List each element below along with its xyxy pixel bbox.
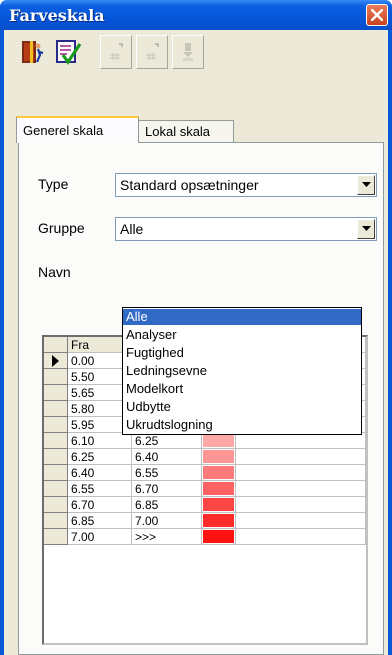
type-select[interactable]: Standard opsætninger — [115, 173, 377, 197]
cell-color[interactable] — [202, 529, 236, 545]
row-indicator[interactable] — [44, 401, 68, 417]
cell-til[interactable]: 6.85 — [132, 497, 202, 513]
row-indicator[interactable] — [44, 529, 68, 545]
row-indicator[interactable] — [44, 465, 68, 481]
cell-fra[interactable]: 7.00 — [68, 529, 132, 545]
exit-button[interactable] — [16, 35, 48, 69]
dialog-client-area: Generel skala Lokal skala Type Standard … — [4, 30, 388, 655]
grid-empty-row — [44, 593, 366, 609]
close-button[interactable] — [366, 4, 388, 26]
grid-empty-row — [44, 609, 366, 625]
grid-up-icon — [110, 43, 123, 60]
grid-empty-row — [44, 561, 366, 577]
row-indicator[interactable] — [44, 353, 68, 369]
cell-til[interactable]: 7.00 — [132, 513, 202, 529]
row-indicator[interactable] — [44, 481, 68, 497]
cell-til[interactable]: 6.70 — [132, 481, 202, 497]
move-row-down-button[interactable] — [136, 35, 168, 69]
table-row[interactable]: 6.70 6.85 — [44, 497, 366, 513]
cell-fra[interactable]: 6.55 — [68, 481, 132, 497]
row-indicator[interactable] — [44, 417, 68, 433]
type-select-value: Standard opsætninger — [120, 177, 259, 193]
cell-empty — [236, 529, 366, 545]
grid-empty-row — [44, 545, 366, 561]
group-select-dropdown-button[interactable] — [357, 219, 375, 239]
cell-empty — [236, 449, 366, 465]
close-icon — [371, 9, 383, 21]
grid-empty-row — [44, 577, 366, 593]
dropdown-option[interactable]: Ledningsevne — [123, 363, 361, 379]
grid-down-icon — [146, 43, 159, 60]
import-button[interactable] — [172, 35, 204, 69]
color-swatch[interactable] — [203, 498, 234, 511]
dropdown-option[interactable]: Fugtighed — [123, 345, 361, 361]
group-dropdown-list[interactable]: Alle Analyser Fugtighed Ledningsevne Modelko… — [122, 307, 362, 435]
table-row[interactable]: 6.55 6.70 — [44, 481, 366, 497]
farveskala-window: Farveskala Generel skala Lokal skala Typ… — [0, 0, 392, 655]
table-row[interactable]: 6.85 7.00 — [44, 513, 366, 529]
apply-button[interactable] — [52, 35, 84, 69]
dropdown-option[interactable]: Analyser — [123, 327, 361, 343]
row-indicator[interactable] — [44, 369, 68, 385]
title-bar[interactable]: Farveskala — [0, 0, 392, 30]
checklist-icon — [56, 40, 82, 65]
cell-til[interactable]: 6.25 — [132, 433, 202, 449]
row-indicator[interactable] — [44, 497, 68, 513]
color-swatch[interactable] — [203, 466, 234, 479]
row-indicator[interactable] — [44, 449, 68, 465]
color-swatch[interactable] — [203, 514, 234, 527]
color-swatch[interactable] — [203, 450, 234, 463]
name-label: Navn — [38, 264, 71, 280]
cell-til[interactable]: 6.40 — [132, 449, 202, 465]
cell-fra[interactable]: 6.85 — [68, 513, 132, 529]
color-swatch[interactable] — [203, 482, 234, 495]
cell-color[interactable] — [202, 433, 236, 449]
group-label: Gruppe — [38, 220, 85, 236]
move-up-icon — [183, 43, 193, 61]
dropdown-option[interactable]: Ukrudtslogning — [123, 417, 361, 433]
tab-generel-skala[interactable]: Generel skala — [16, 116, 139, 143]
tab-lokal-skala[interactable]: Lokal skala — [138, 120, 234, 142]
cell-color[interactable] — [202, 481, 236, 497]
grid-corner — [44, 337, 68, 353]
row-indicator[interactable] — [44, 385, 68, 401]
cell-color[interactable] — [202, 497, 236, 513]
type-select-dropdown-button[interactable] — [357, 175, 375, 195]
move-row-up-button[interactable] — [100, 35, 132, 69]
chevron-down-icon — [361, 182, 371, 187]
cell-color[interactable] — [202, 513, 236, 529]
table-row[interactable]: 6.40 6.55 — [44, 465, 366, 481]
cell-til[interactable]: 6.55 — [132, 465, 202, 481]
cell-fra[interactable]: 6.70 — [68, 497, 132, 513]
current-row-arrow-icon — [52, 355, 59, 367]
table-row[interactable]: 7.00 >>> — [44, 529, 366, 545]
group-select[interactable]: Alle — [115, 217, 377, 241]
exit-door-icon — [22, 41, 44, 63]
cell-fra[interactable]: 6.25 — [68, 449, 132, 465]
row-indicator[interactable] — [44, 433, 68, 449]
cell-til[interactable]: >>> — [132, 529, 202, 545]
row-indicator[interactable] — [44, 513, 68, 529]
cell-empty — [236, 497, 366, 513]
color-swatch[interactable] — [203, 530, 234, 543]
cell-empty — [236, 433, 366, 449]
cell-empty — [236, 513, 366, 529]
dropdown-option[interactable]: Alle — [123, 309, 361, 325]
group-select-value: Alle — [120, 221, 144, 237]
cell-color[interactable] — [202, 449, 236, 465]
type-label: Type — [38, 176, 69, 192]
table-row[interactable]: 6.25 6.40 — [44, 449, 366, 465]
chevron-down-icon — [361, 226, 371, 231]
dropdown-option[interactable]: Udbytte — [123, 399, 361, 415]
cell-fra[interactable]: 6.40 — [68, 465, 132, 481]
cell-fra[interactable]: 6.10 — [68, 433, 132, 449]
window-title: Farveskala — [9, 6, 105, 25]
cell-empty — [236, 465, 366, 481]
table-row[interactable]: 6.10 6.25 — [44, 433, 366, 449]
dropdown-option[interactable]: Modelkort — [123, 381, 361, 397]
cell-empty — [236, 481, 366, 497]
grid-empty-row — [44, 625, 366, 641]
cell-color[interactable] — [202, 465, 236, 481]
color-swatch[interactable] — [203, 434, 234, 447]
